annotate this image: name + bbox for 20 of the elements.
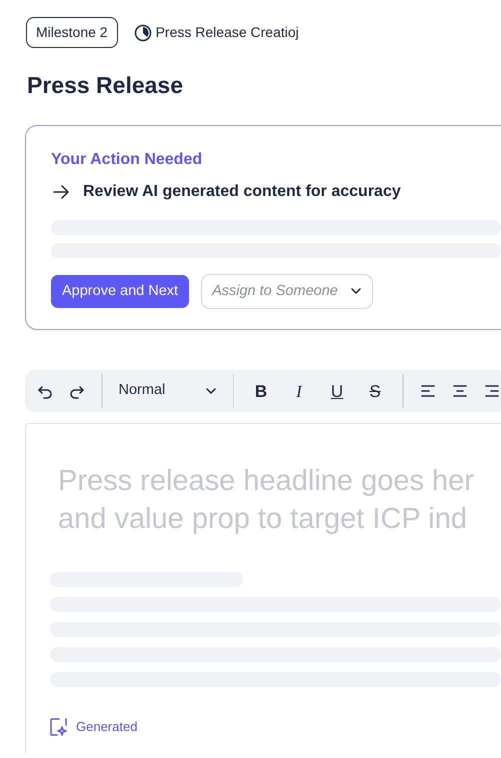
align-right-button[interactable] bbox=[484, 383, 500, 400]
card-heading: Your Action Needed bbox=[51, 150, 204, 170]
align-left-icon bbox=[420, 383, 436, 400]
align-center-button[interactable] bbox=[452, 383, 468, 400]
align-right-icon bbox=[484, 383, 500, 400]
align-left-button[interactable] bbox=[420, 383, 436, 400]
italic-button[interactable]: I bbox=[288, 378, 310, 404]
bold-button[interactable]: B bbox=[250, 378, 272, 404]
style-select[interactable]: Normal bbox=[118, 380, 216, 402]
strikethrough-button[interactable]: S bbox=[364, 378, 386, 404]
page-title: Press Release bbox=[27, 71, 184, 100]
approve-button[interactable]: Approve and Next bbox=[51, 274, 190, 308]
sparkle-icon bbox=[50, 718, 68, 736]
align-center-icon bbox=[452, 383, 468, 400]
milestone-tag: Milestone 2 bbox=[26, 17, 118, 48]
progress-icon bbox=[134, 24, 152, 42]
task-name[interactable]: Press Release Creatioj bbox=[156, 22, 299, 43]
underline-button[interactable]: U bbox=[326, 378, 348, 404]
generated-label: Generated bbox=[76, 718, 138, 736]
instruction-text: Review AI generated content for accuracy bbox=[83, 182, 401, 202]
